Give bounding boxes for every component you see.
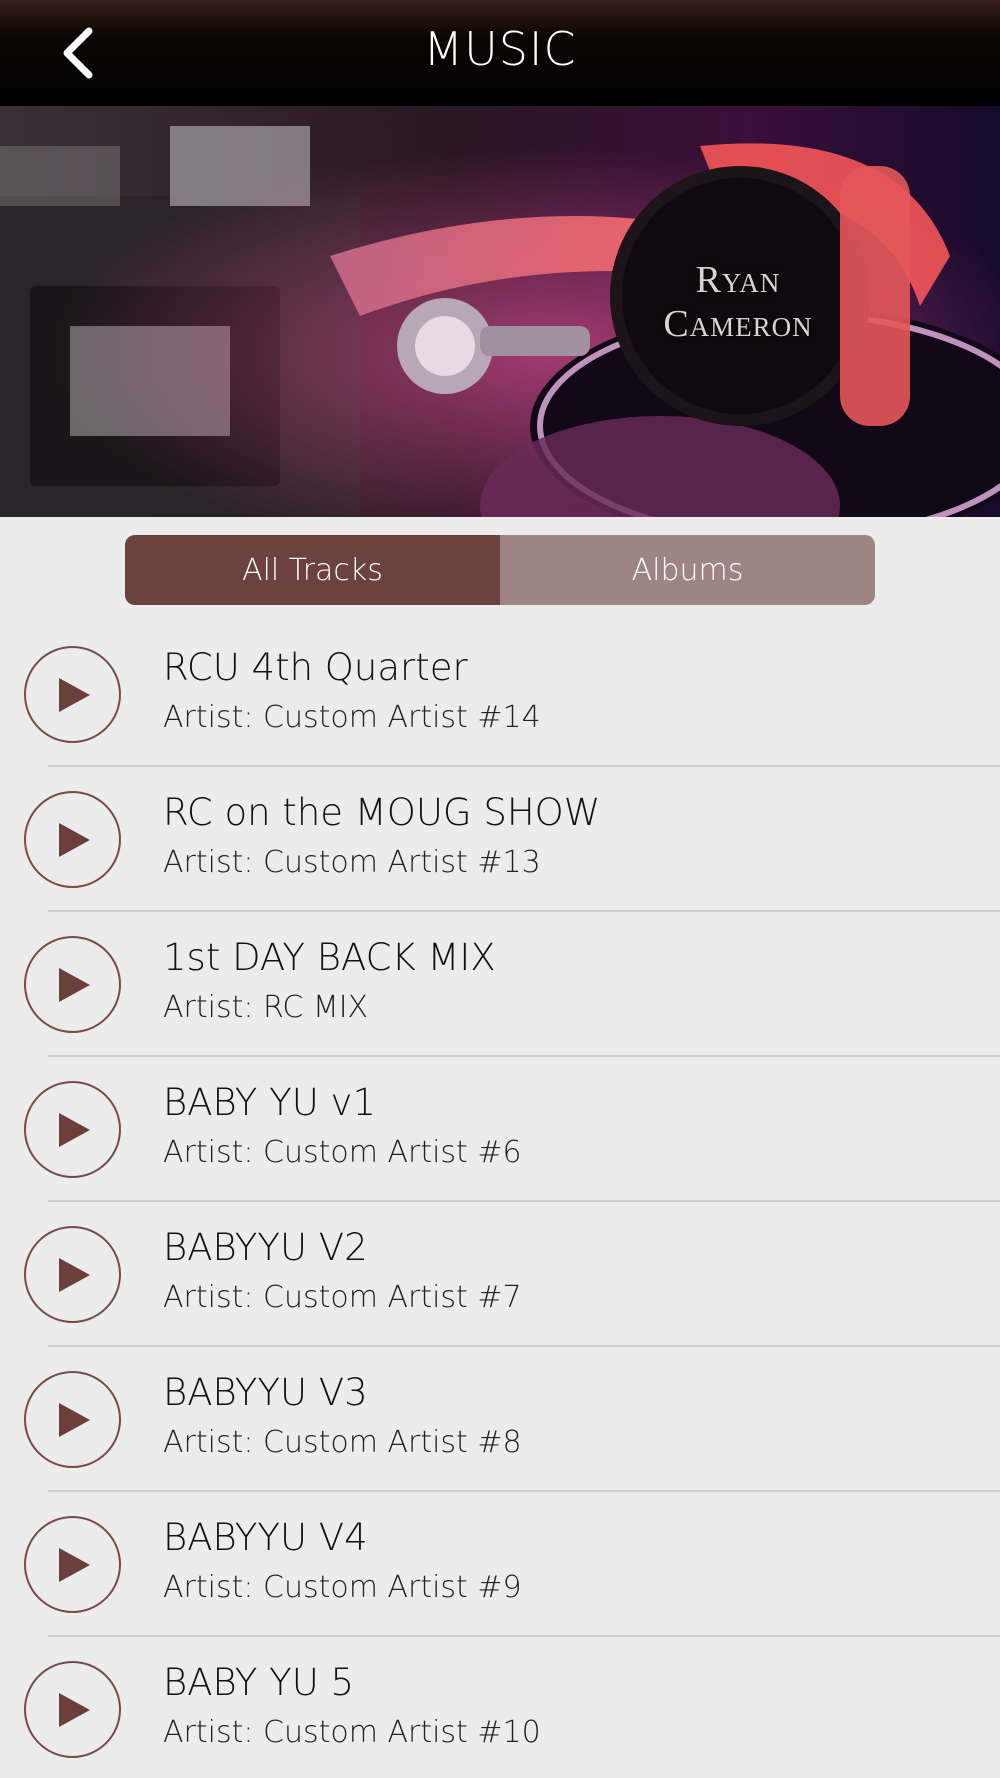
- play-button[interactable]: [24, 1081, 121, 1178]
- play-icon: [58, 967, 90, 1002]
- play-button[interactable]: [24, 1226, 121, 1323]
- play-button[interactable]: [24, 1661, 121, 1758]
- segmented-control: All Tracks Albums: [125, 535, 875, 605]
- play-icon: [58, 822, 90, 857]
- track-row[interactable]: BABY YU v1 Artist: Custom Artist #6: [0, 1057, 1000, 1202]
- track-artist: Artist: Custom Artist #6: [163, 1135, 522, 1170]
- track-row[interactable]: 1st DAY BACK MIX Artist: RC MIX: [0, 912, 1000, 1057]
- track-row[interactable]: BABYYU V3 Artist: Custom Artist #8: [0, 1347, 1000, 1492]
- play-button[interactable]: [24, 791, 121, 888]
- app-header: MUSIC: [0, 0, 1000, 106]
- page-title: MUSIC: [423, 22, 577, 76]
- play-icon: [58, 1547, 90, 1582]
- play-icon: [58, 677, 90, 712]
- track-title: BABYYU V2: [163, 1226, 368, 1269]
- play-icon: [58, 1402, 90, 1437]
- track-title: 1st DAY BACK MIX: [163, 936, 496, 979]
- track-title: BABYYU V3: [163, 1371, 368, 1414]
- hero-banner-image: Ryan Cameron: [0, 106, 1000, 517]
- play-button[interactable]: [24, 1516, 121, 1613]
- play-icon: [58, 1112, 90, 1147]
- track-artist: Artist: Custom Artist #7: [163, 1280, 522, 1315]
- track-title: BABY YU v1: [163, 1081, 376, 1124]
- track-row[interactable]: BABY YU 5 Artist: Custom Artist #10: [0, 1637, 1000, 1778]
- track-artist: Artist: Custom Artist #14: [163, 700, 541, 735]
- tab-albums[interactable]: Albums: [500, 535, 875, 605]
- track-row[interactable]: BABYYU V2 Artist: Custom Artist #7: [0, 1202, 1000, 1347]
- track-row[interactable]: RCU 4th Quarter Artist: Custom Artist #1…: [0, 622, 1000, 767]
- track-artist: Artist: Custom Artist #9: [163, 1570, 522, 1605]
- track-artist: Artist: RC MIX: [163, 990, 369, 1025]
- tab-all-tracks[interactable]: All Tracks: [125, 535, 500, 605]
- track-artist: Artist: Custom Artist #8: [163, 1425, 522, 1460]
- track-artist: Artist: Custom Artist #13: [163, 845, 541, 880]
- play-icon: [58, 1257, 90, 1292]
- track-row[interactable]: RC on the MOUG SHOW Artist: Custom Artis…: [0, 767, 1000, 912]
- track-list: RCU 4th Quarter Artist: Custom Artist #1…: [0, 622, 1000, 1778]
- brand-logo-text: Ryan Cameron: [663, 259, 813, 345]
- track-title: RCU 4th Quarter: [163, 646, 468, 689]
- track-title: BABY YU 5: [163, 1661, 355, 1704]
- track-artist: Artist: Custom Artist #10: [163, 1715, 541, 1750]
- track-title: RC on the MOUG SHOW: [163, 791, 601, 834]
- track-row[interactable]: BABYYU V4 Artist: Custom Artist #9: [0, 1492, 1000, 1637]
- play-button[interactable]: [24, 936, 121, 1033]
- track-title: BABYYU V4: [163, 1516, 368, 1559]
- play-icon: [58, 1692, 90, 1727]
- play-button[interactable]: [24, 1371, 121, 1468]
- play-button[interactable]: [24, 646, 121, 743]
